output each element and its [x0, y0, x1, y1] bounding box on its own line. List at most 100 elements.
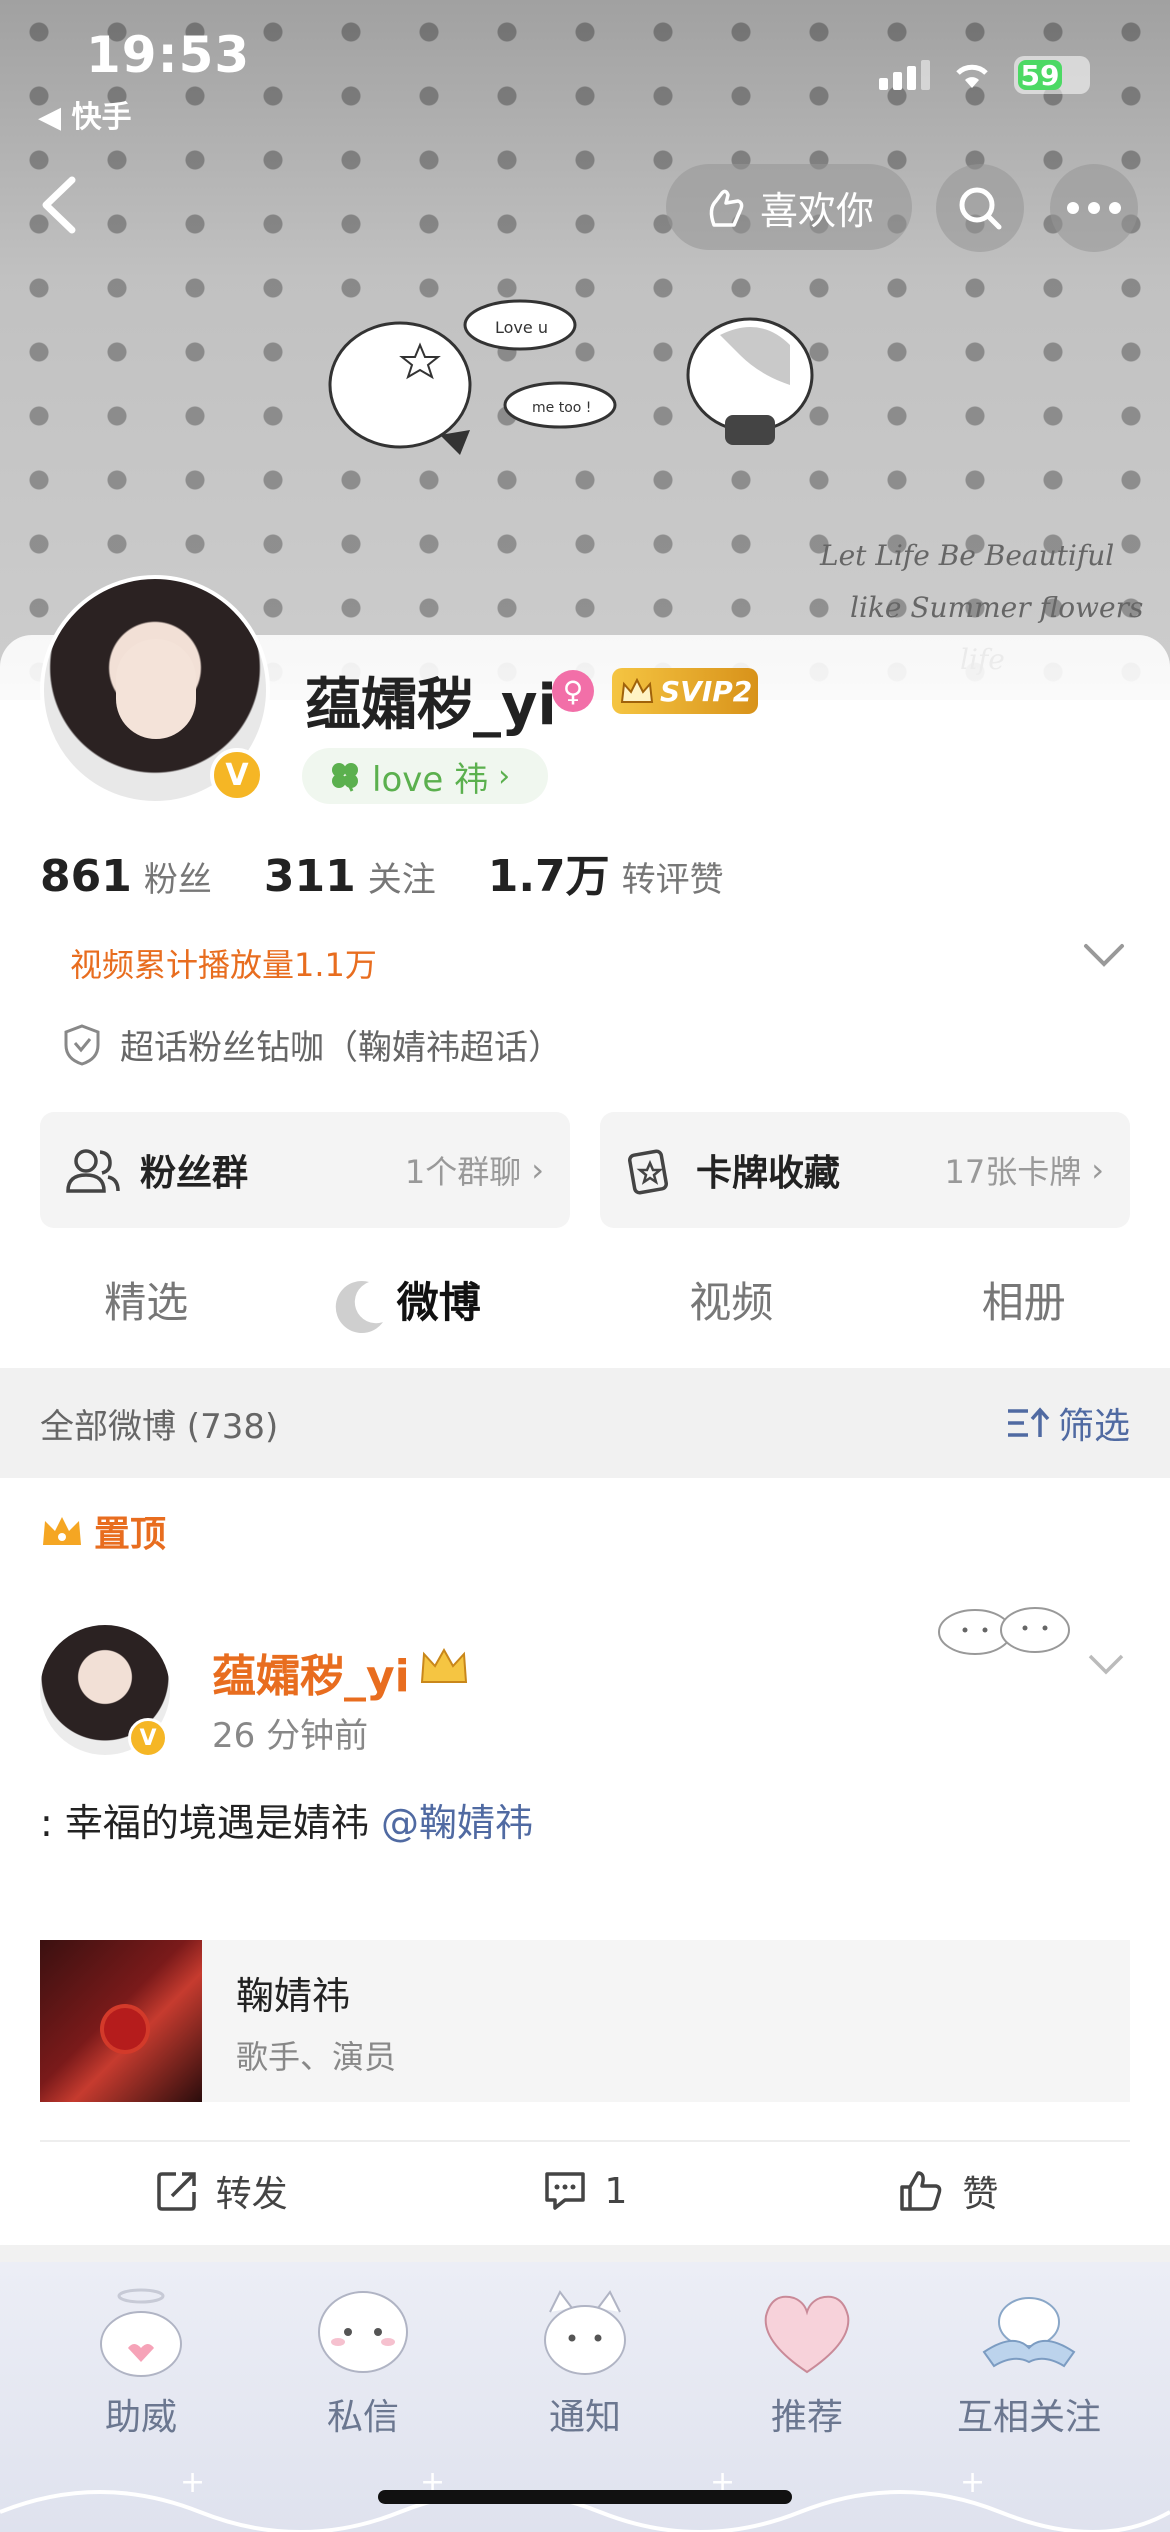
chevron-down-icon[interactable]	[1086, 1650, 1126, 1678]
linked-profile-name: 鞠婧祎	[236, 1973, 351, 2018]
filter-label: 筛选	[1057, 1406, 1130, 1447]
chevron-down-icon[interactable]	[1082, 940, 1126, 970]
super-topic-badge[interactable]: 超话粉丝钻咖（鞠婧祎超话）	[62, 1020, 562, 1069]
cat-icon	[544, 2290, 626, 2375]
bottom-tab-mutual-follow-label: 互相关注	[956, 2397, 1101, 2438]
clover-icon	[332, 763, 358, 792]
like-you-label: 喜欢你	[759, 188, 874, 233]
back-arrow-icon[interactable]	[30, 170, 90, 240]
tab-weibo-label: 微博	[396, 1278, 481, 1327]
pinned-text: 置顶	[94, 1514, 167, 1555]
stat-following-label: 关注	[367, 860, 436, 900]
comment-count: 1	[604, 2170, 628, 2212]
moon-icon	[335, 1280, 383, 1333]
tab-featured[interactable]: 精选	[0, 1258, 293, 1368]
more-button[interactable]	[1050, 164, 1138, 252]
card-collection-meta: 17张卡牌 ›	[944, 1147, 1104, 1193]
bottom-tab-recommend[interactable]: 推荐	[707, 2282, 907, 2440]
cover-text-line-2: like Summer flowers	[850, 591, 1144, 624]
thumbs-up-icon	[900, 2171, 942, 2211]
heart-shell-icon	[764, 2295, 850, 2374]
bottom-tab-cheer-label: 助威	[104, 2397, 177, 2438]
bottom-tab-mutual-follow[interactable]: 互相关注	[929, 2282, 1129, 2440]
love-tag[interactable]: love 祎 ›	[302, 748, 548, 804]
profile-tabs: 精选 微博 视频 相册	[0, 1258, 1170, 1368]
shield-icon	[64, 1023, 100, 1066]
fan-group-count: 1个群聊	[404, 1153, 522, 1191]
cellular-signal-icon	[879, 60, 930, 90]
feed-separator	[0, 2245, 1170, 2263]
profile-stats: 861 粉丝 311 关注 1.7万 转评赞	[40, 840, 776, 904]
battery-icon: 59	[1014, 56, 1090, 94]
feed-filter-bar: 全部微博 (738) 筛选	[0, 1368, 1170, 1478]
filter-button[interactable]: 筛选	[1006, 1397, 1130, 1449]
fan-group-card[interactable]: 粉丝群 1个群聊 ›	[40, 1112, 570, 1228]
crown-icon	[43, 1517, 81, 1545]
bottom-tab-messages[interactable]: 私信	[263, 2282, 463, 2440]
cover-text-line-1: Let Life Be Beautiful	[820, 539, 1115, 572]
vip-crown-icon	[420, 1647, 468, 1683]
svg-text:+: +	[180, 2465, 205, 2500]
post-author-name[interactable]: 蕴孀秽_yi	[212, 1640, 410, 1704]
stat-following-num: 311	[263, 851, 356, 902]
tab-weibo[interactable]: 微博	[293, 1258, 586, 1368]
post-actions: 转发 1 赞	[40, 2140, 1130, 2240]
cartoon-illustration: Love u me too !	[328, 299, 814, 455]
post-verified-badge: V	[128, 1718, 168, 1758]
pinned-label: 置顶	[40, 1505, 166, 1557]
ribbon-cat-icon	[982, 2297, 1076, 2368]
avatar-face	[116, 639, 196, 739]
rose-image	[104, 2008, 146, 2050]
battery-level: 59	[1018, 59, 1062, 92]
card-collection-card[interactable]: 卡牌收藏 17张卡牌 ›	[600, 1112, 1130, 1228]
more-dots-icon	[1067, 202, 1121, 214]
linked-profile-thumbnail	[40, 1940, 202, 2102]
linked-profile-card[interactable]: 鞠婧祎 歌手、演员	[40, 1940, 1130, 2102]
tab-video[interactable]: 视频	[585, 1258, 878, 1368]
card-collection-count: 17张卡牌	[944, 1153, 1082, 1191]
bottom-tab-cheer[interactable]: 助威	[41, 2282, 241, 2440]
female-icon: ♀	[552, 670, 594, 712]
repost-label: 转发	[215, 2174, 288, 2215]
comment-icon	[544, 2172, 585, 2210]
linked-profile-desc: 歌手、演员	[236, 2037, 397, 2076]
post-body: : 幸福的境遇是婧祎	[40, 1801, 381, 1845]
stat-fans[interactable]: 861 粉丝	[40, 851, 212, 902]
svip-badge[interactable]: SVIP2	[612, 668, 758, 714]
fan-group-meta: 1个群聊 ›	[405, 1147, 544, 1193]
stat-following[interactable]: 311 关注	[264, 851, 436, 902]
back-to-app-link[interactable]: ◀ 快手	[38, 92, 132, 136]
search-button[interactable]	[936, 164, 1024, 252]
like-label: 赞	[962, 2174, 999, 2215]
stat-interactions-num: 1.7万	[487, 851, 610, 902]
card-collection-title: 卡牌收藏	[696, 1153, 841, 1194]
group-icon	[66, 1149, 120, 1193]
cute-cats-decoration-icon	[938, 1607, 1070, 1655]
mention-link[interactable]: @鞠婧祎	[381, 1801, 533, 1845]
svip-label: SVIP2	[660, 674, 753, 708]
chevron-right-icon: ›	[531, 1151, 544, 1189]
repost-icon	[156, 2172, 196, 2211]
repost-button[interactable]: 转发	[40, 2142, 403, 2240]
ghost-face-icon	[318, 2291, 408, 2373]
stat-interactions-label: 转评赞	[621, 860, 724, 900]
linked-profile-info: 鞠婧祎 歌手、演员	[236, 1965, 396, 2078]
tab-album[interactable]: 相册	[878, 1258, 1170, 1368]
like-you-button[interactable]: 喜欢你	[666, 164, 912, 250]
username: 蕴孀秽_yi	[305, 673, 557, 738]
search-icon	[959, 187, 1002, 230]
chevron-right-icon: ›	[498, 758, 511, 794]
home-indicator[interactable]	[378, 2490, 792, 2504]
bottom-tab-notifications[interactable]: 通知	[485, 2282, 685, 2440]
status-icons: 59	[879, 56, 1090, 94]
like-button[interactable]: 赞	[767, 2142, 1130, 2240]
speech-bubble-text-2: me too !	[532, 400, 591, 416]
stat-interactions[interactable]: 1.7万 转评赞	[488, 840, 724, 904]
love-tag-label: love 祎	[372, 759, 489, 800]
all-posts-count: 全部微博 (738)	[40, 1406, 279, 1447]
comment-button[interactable]: 1	[403, 2142, 766, 2240]
status-time: 19:53	[86, 26, 251, 84]
crown-icon	[620, 678, 654, 703]
bottom-tab-messages-label: 私信	[326, 2397, 399, 2438]
super-topic-label: 超话粉丝钻咖（鞠婧祎超话）	[120, 1028, 562, 1068]
